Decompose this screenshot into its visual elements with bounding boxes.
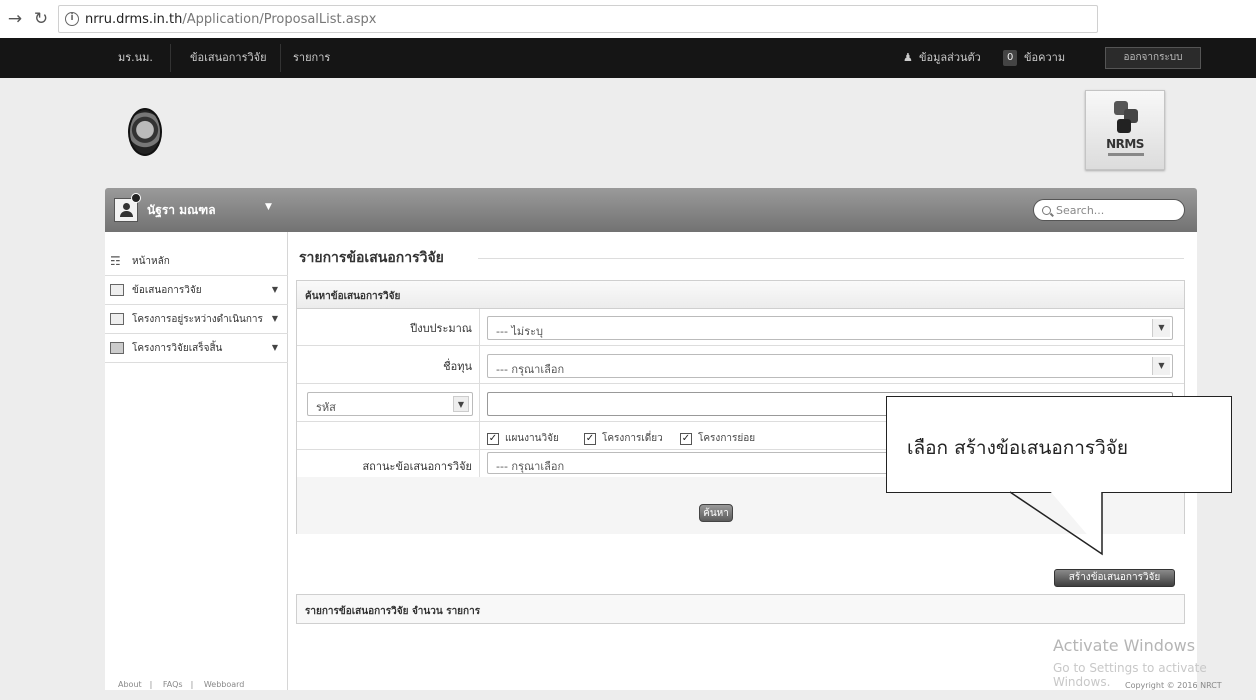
page-title: รายการข้อเสนอการวิจัย: [299, 250, 444, 266]
chevron-down-icon: ▼: [453, 396, 469, 412]
university-seal-logo: [128, 108, 162, 156]
home-chart-icon: ☶: [110, 254, 121, 268]
checkbox-research-plan[interactable]: ✓ แผนงานวิจัย: [487, 431, 559, 446]
profile-icon[interactable]: ♟: [903, 38, 913, 78]
callout-text: เลือก สร้างข้อเสนอการวิจัย: [907, 437, 1129, 459]
nav-divider: [280, 44, 281, 72]
sidebar-item-home[interactable]: ☶ หน้าหลัก: [105, 247, 288, 276]
sidebar-item-in-progress[interactable]: โครงการอยู่ระหว่างดำเนินการ ▼: [105, 305, 288, 334]
document-icon: [110, 284, 124, 296]
column-divider: [479, 346, 480, 383]
list-icon: [110, 313, 124, 325]
checkbox-sub-project[interactable]: ✓ โครงการย่อย: [680, 431, 755, 446]
url-host: nrru.drms.in.th: [85, 11, 183, 27]
chevron-down-icon: ▼: [1152, 357, 1170, 375]
nav-item-profile[interactable]: ข้อมูลส่วนตัว: [919, 38, 981, 78]
column-divider: [479, 450, 480, 477]
nav-item-proposals[interactable]: ข้อเสนอการวิจัย: [190, 38, 267, 78]
reload-icon[interactable]: ↻: [30, 8, 52, 30]
search-icon: [1042, 205, 1051, 215]
column-divider: [479, 422, 480, 449]
logo-cube: [1117, 119, 1131, 133]
checkbox-label: แผนงานวิจัย: [505, 433, 559, 444]
checkbox-label: โครงการเดี่ยว: [602, 433, 663, 444]
fiscal-year-row: ปีงบประมาณ --- ไม่ระบุ ▼: [297, 309, 1184, 346]
logo-underline: [1108, 153, 1144, 156]
windows-activation-hint: Go to Settings to activate Windows.: [1053, 661, 1207, 689]
checkbox-single-project[interactable]: ✓ โครงการเดี่ยว: [584, 431, 663, 446]
sidebar-item-proposals[interactable]: ข้อเสนอการวิจัย ▼: [105, 276, 288, 305]
sidebar-item-label: หน้าหลัก: [132, 255, 170, 267]
instruction-callout: เลือก สร้างข้อเสนอการวิจัย: [886, 396, 1232, 493]
footer-link-webboard[interactable]: Webboard: [204, 680, 245, 689]
fiscal-year-value: --- ไม่ระบุ: [496, 325, 543, 338]
url-field[interactable]: i nrru.drms.in.th/Application/ProposalLi…: [58, 5, 1098, 33]
message-count-badge[interactable]: 0: [1003, 50, 1018, 66]
footer-links: About | FAQs | Webboard: [118, 680, 245, 689]
chevron-down-icon: ▼: [271, 314, 278, 323]
nav-item-messages[interactable]: ข้อความ: [1024, 38, 1065, 78]
sidebar: ☶ หน้าหลัก ข้อเสนอการวิจัย ▼ โครงการอยู่…: [105, 232, 288, 690]
chevron-down-icon: ▼: [1152, 319, 1170, 337]
url-path: /Application/ProposalList.aspx: [182, 11, 377, 27]
fund-select[interactable]: --- กรุณาเลือก ▼: [487, 354, 1173, 378]
search-placeholder: Search...: [1056, 203, 1105, 217]
top-navigation: มร.นม. ข้อเสนอการวิจัย รายการ ♟ ข้อมูลส่…: [0, 38, 1256, 78]
folder-icon: [110, 342, 124, 354]
chevron-down-icon[interactable]: ▼: [265, 202, 272, 212]
status-value: --- กรุณาเลือก: [496, 460, 565, 473]
sidebar-item-label: ข้อเสนอการวิจัย: [132, 284, 202, 296]
windows-activation-watermark: Activate Windows: [1053, 636, 1196, 655]
user-bar: นัฐรา มณฑล ▼ Search...: [105, 188, 1197, 232]
avatar-head: [123, 203, 130, 210]
title-divider: [478, 258, 1184, 259]
checkbox-label: โครงการย่อย: [698, 433, 756, 444]
nrms-logo-text: NRMS: [1106, 137, 1144, 151]
column-divider: [479, 384, 480, 421]
checkbox-checked-icon[interactable]: ✓: [584, 432, 596, 445]
chevron-down-icon: ▼: [271, 285, 278, 294]
nav-item-reports[interactable]: รายการ: [293, 38, 330, 78]
code-type-select[interactable]: รหัส ▼: [307, 392, 473, 416]
search-button[interactable]: ค้นหา: [699, 504, 733, 522]
info-icon[interactable]: i: [65, 12, 79, 26]
search-panel-title: ค้นหาข้อเสนอการวิจัย: [297, 281, 1184, 309]
fiscal-year-select[interactable]: --- ไม่ระบุ ▼: [487, 316, 1173, 340]
checkbox-checked-icon[interactable]: ✓: [487, 432, 499, 445]
nav-divider: [170, 44, 171, 72]
sidebar-item-completed[interactable]: โครงการวิจัยเสร็จสิ้น ▼: [105, 334, 288, 363]
avatar-body: [120, 211, 133, 217]
nrms-logo: NRMS: [1085, 90, 1165, 170]
fund-value: --- กรุณาเลือก: [496, 363, 565, 376]
code-type-value: รหัส: [316, 401, 336, 414]
status-label: สถานะข้อเสนอการวิจัย: [362, 460, 472, 473]
forward-arrow-icon[interactable]: →: [4, 8, 26, 30]
footer-link-about[interactable]: About: [118, 680, 142, 689]
proposal-list-header: รายการข้อเสนอการวิจัย จำนวน รายการ: [296, 594, 1185, 624]
chevron-down-icon: ▼: [271, 343, 278, 352]
column-divider: [479, 309, 480, 345]
avatar-badge: [131, 193, 141, 203]
create-proposal-button[interactable]: สร้างข้อเสนอการวิจัย: [1054, 569, 1175, 587]
fund-label: ชื่อทุน: [443, 360, 472, 373]
search-input[interactable]: Search...: [1033, 199, 1185, 221]
avatar[interactable]: [114, 193, 141, 222]
browser-address-bar: → ↻ i nrru.drms.in.th/Application/Propos…: [0, 0, 1256, 38]
logout-button[interactable]: ออกจากระบบ: [1105, 47, 1201, 69]
checkbox-checked-icon[interactable]: ✓: [680, 432, 692, 445]
sidebar-item-label: โครงการอยู่ระหว่างดำเนินการ: [132, 313, 263, 325]
fund-row: ชื่อทุน --- กรุณาเลือก ▼: [297, 346, 1184, 384]
sidebar-item-label: โครงการวิจัยเสร็จสิ้น: [132, 342, 223, 354]
user-name[interactable]: นัฐรา มณฑล: [147, 201, 216, 220]
callout-pointer: [1009, 491, 1103, 556]
fiscal-year-label: ปีงบประมาณ: [410, 322, 472, 335]
footer-link-faqs[interactable]: FAQs: [163, 680, 183, 689]
nav-item-nrru[interactable]: มร.นม.: [118, 38, 153, 78]
